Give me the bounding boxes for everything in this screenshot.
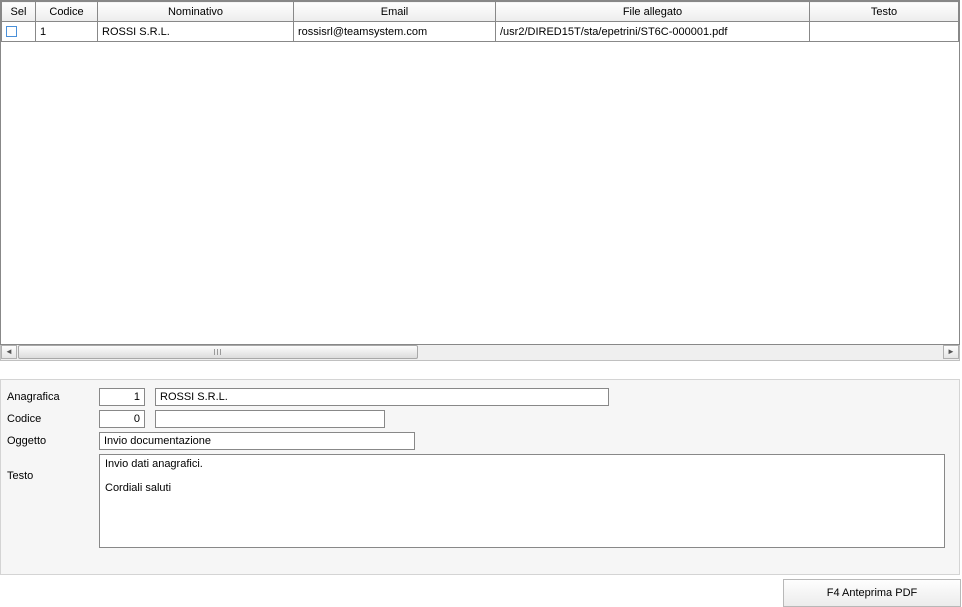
oggetto-field[interactable]: [99, 432, 415, 450]
cell-nominativo[interactable]: ROSSI S.R.L.: [98, 22, 294, 42]
col-header-email[interactable]: Email: [294, 2, 496, 22]
cell-codice[interactable]: 1: [36, 22, 98, 42]
scroll-track[interactable]: [18, 345, 942, 360]
anagrafica-id-field[interactable]: [99, 388, 145, 406]
table-header-row: Sel Codice Nominativo Email File allegat…: [2, 2, 959, 22]
detail-form-panel: Anagrafica Codice Oggetto Testo: [0, 379, 960, 575]
label-anagrafica: Anagrafica: [7, 391, 89, 403]
select-checkbox[interactable]: [6, 26, 17, 37]
col-header-file-allegato[interactable]: File allegato: [496, 2, 810, 22]
anagrafica-nome-field[interactable]: [155, 388, 609, 406]
col-header-testo[interactable]: Testo: [810, 2, 959, 22]
col-header-sel[interactable]: Sel: [2, 2, 36, 22]
col-header-codice[interactable]: Codice: [36, 2, 98, 22]
scroll-thumb[interactable]: [18, 345, 418, 359]
grid-area: Sel Codice Nominativo Email File allegat…: [0, 0, 960, 345]
col-header-nominativo[interactable]: Nominativo: [98, 2, 294, 22]
anteprima-pdf-button[interactable]: F4 Anteprima PDF: [783, 579, 961, 607]
label-codice: Codice: [7, 413, 89, 425]
testo-textarea[interactable]: [99, 454, 945, 548]
label-oggetto: Oggetto: [7, 435, 89, 447]
label-testo: Testo: [7, 454, 89, 482]
table-row[interactable]: 1 ROSSI S.R.L. rossisrl@teamsystem.com /…: [2, 22, 959, 42]
action-bar: F4 Anteprima PDF: [0, 579, 962, 607]
cell-file-allegato[interactable]: /usr2/DIRED15T/sta/epetrini/ST6C-000001.…: [496, 22, 810, 42]
scroll-right-arrow-icon[interactable]: ►: [943, 345, 959, 359]
cell-sel[interactable]: [2, 22, 36, 42]
codice-desc-field[interactable]: [155, 410, 385, 428]
horizontal-scrollbar[interactable]: ◄ ►: [0, 345, 960, 361]
cell-testo[interactable]: [810, 22, 959, 42]
codice-id-field[interactable]: [99, 410, 145, 428]
cell-email[interactable]: rossisrl@teamsystem.com: [294, 22, 496, 42]
data-table: Sel Codice Nominativo Email File allegat…: [1, 1, 959, 42]
scroll-left-arrow-icon[interactable]: ◄: [1, 345, 17, 359]
